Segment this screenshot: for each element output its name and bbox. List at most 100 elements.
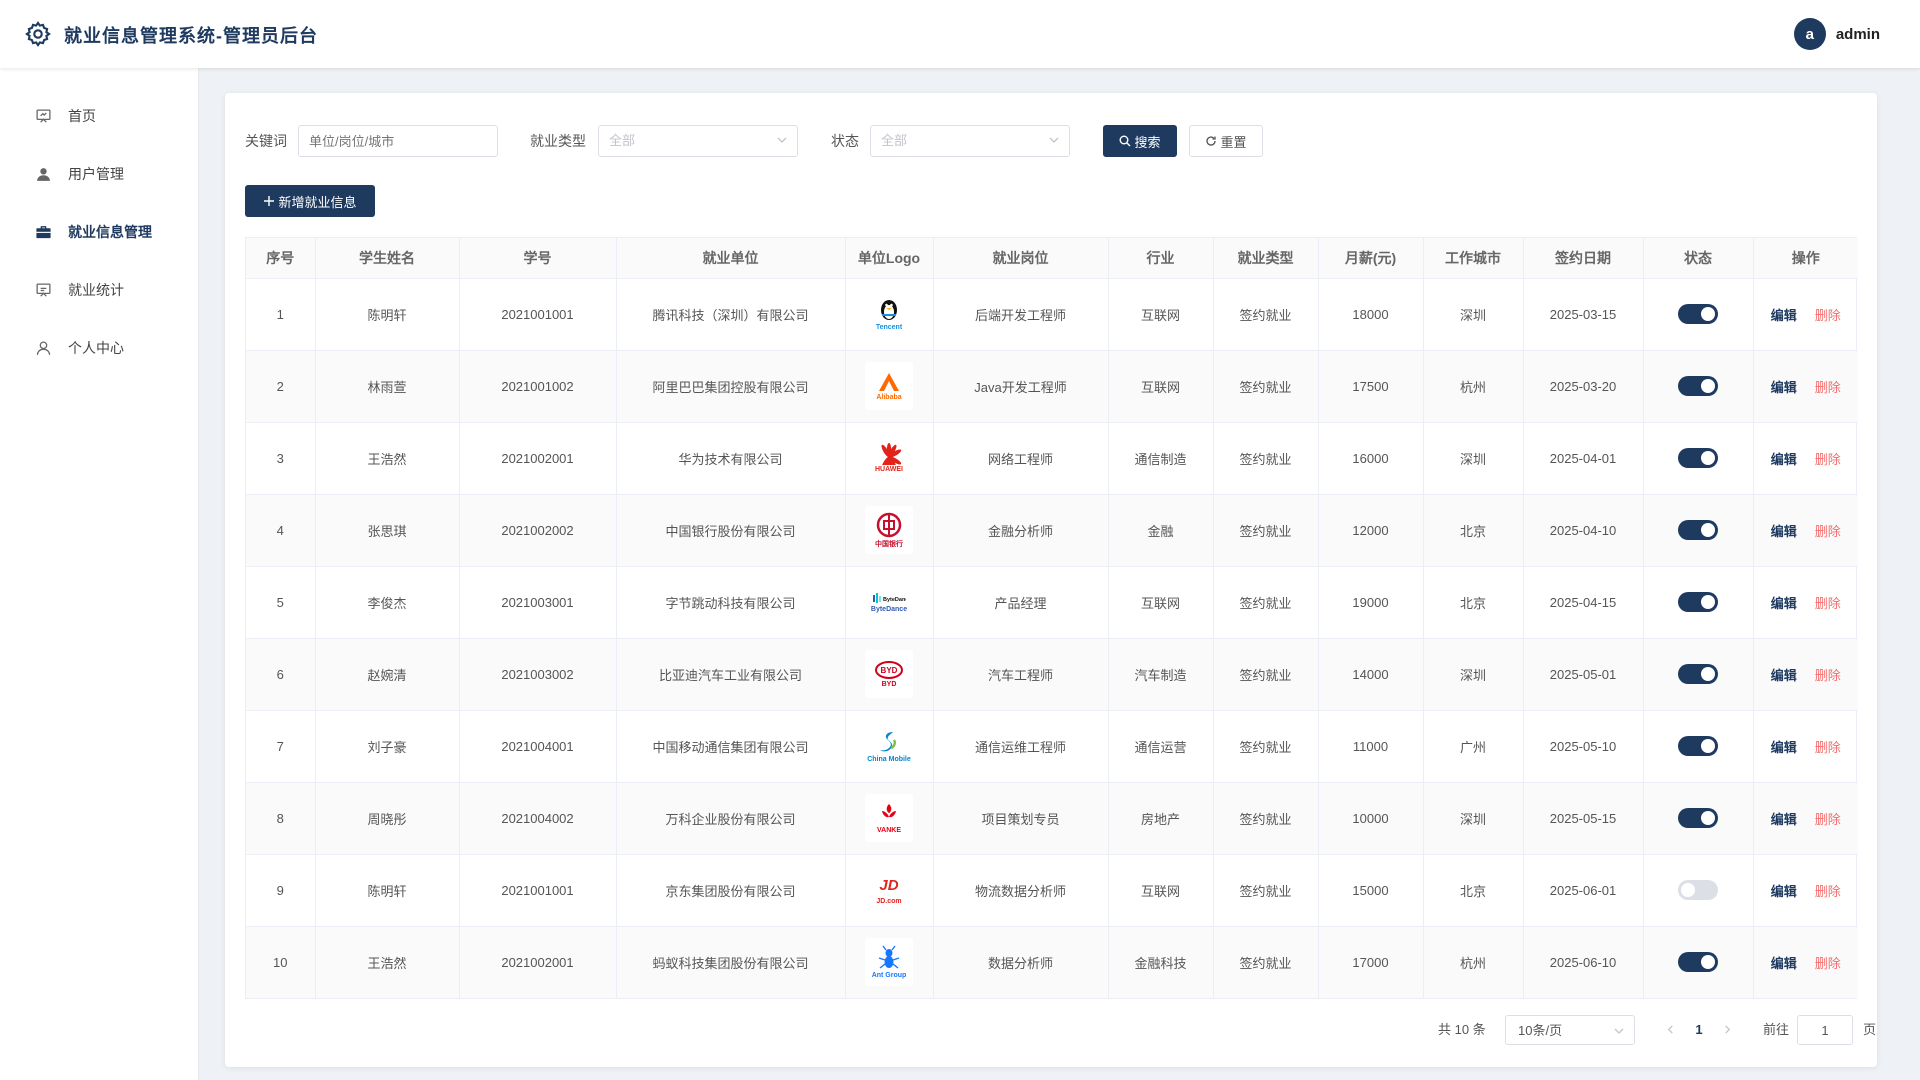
toggle-knob [1701,451,1715,465]
col-header: 就业类型 [1213,238,1319,279]
status-select[interactable]: 全部 [870,125,1070,157]
company-logo: Alibaba [865,362,913,410]
logo-cell: Ant Group [845,926,934,998]
next-page-button[interactable] [1717,1015,1737,1045]
sidebar-item-profile[interactable]: 个人中心 [0,328,199,368]
cell-name: 陈明轩 [315,854,460,927]
cell-name: 王浩然 [315,422,460,495]
status-toggle[interactable] [1678,376,1718,396]
status-toggle[interactable] [1678,736,1718,756]
cell-industry: 房地产 [1108,782,1214,855]
edit-button[interactable]: 编辑 [1771,956,1797,971]
goto-page-input[interactable]: 1 [1797,1015,1853,1045]
sidebar-item-users[interactable]: 用户管理 [0,154,199,194]
sidebar-item-label: 就业信息管理 [68,224,152,240]
delete-button[interactable]: 删除 [1815,812,1841,827]
cell-type: 签约就业 [1213,926,1319,998]
cell-salary: 10000 [1318,782,1424,855]
company-logo-text: Tencent [875,324,903,331]
edit-button[interactable]: 编辑 [1771,740,1797,755]
status-toggle[interactable] [1678,520,1718,540]
cell-salary: 18000 [1318,278,1424,351]
company-logo-text: VANKE [877,827,901,834]
cell-sid: 2021002001 [459,926,617,998]
delete-button[interactable]: 删除 [1815,956,1841,971]
cell-no: 2 [246,350,316,423]
search-button-label: 搜索 [1134,134,1161,150]
username[interactable]: admin [1836,26,1880,43]
cell-industry: 金融 [1108,494,1214,567]
page-size-select[interactable]: 10条/页 [1505,1015,1635,1045]
delete-button[interactable]: 删除 [1815,596,1841,611]
status-toggle[interactable] [1678,952,1718,973]
actions-cell: 编辑 删除 [1753,494,1858,567]
cell-salary: 16000 [1318,422,1424,495]
svg-text:BYD: BYD [881,666,898,675]
cell-name: 周晓彤 [315,782,460,855]
cell-no: 10 [246,926,316,998]
cell-company: 中国银行股份有限公司 [616,494,846,567]
delete-button[interactable]: 删除 [1815,524,1841,539]
delete-button[interactable]: 删除 [1815,668,1841,683]
type-select[interactable]: 全部 [598,125,798,157]
status-toggle[interactable] [1678,304,1718,324]
toggle-knob [1681,883,1695,897]
cell-type: 签约就业 [1213,710,1319,783]
edit-button[interactable]: 编辑 [1771,668,1797,683]
sidebar-item-statistics[interactable]: 就业统计 [0,270,199,310]
edit-button[interactable]: 编辑 [1771,884,1797,899]
delete-button[interactable]: 删除 [1815,380,1841,395]
col-header: 就业岗位 [933,238,1109,279]
status-toggle[interactable] [1678,808,1718,828]
company-logo-text: ByteDance [870,606,908,613]
status-label: 状态 [831,133,859,149]
sidebar-item-label: 就业统计 [68,282,124,298]
edit-button[interactable]: 编辑 [1771,380,1797,395]
company-logo-text: 中国银行 [875,540,903,548]
search-button[interactable]: 搜索 [1103,125,1177,157]
edit-button[interactable]: 编辑 [1771,452,1797,467]
sidebar-item-home[interactable]: 首页 [0,96,199,136]
actions-cell: 编辑 删除 [1753,350,1858,423]
cell-industry: 金融科技 [1108,926,1214,998]
status-toggle[interactable] [1678,880,1718,900]
edit-button[interactable]: 编辑 [1771,524,1797,539]
status-toggle[interactable] [1678,592,1718,612]
delete-button[interactable]: 删除 [1815,308,1841,323]
status-toggle[interactable] [1678,664,1718,684]
table-row: 2 林雨萱 2021001002 阿里巴巴集团控股有限公司 Alibaba Java开发工… [246,350,1858,423]
cell-no: 8 [246,782,316,855]
cell-no: 1 [246,278,316,351]
prev-page-button[interactable] [1660,1015,1680,1045]
edit-button[interactable]: 编辑 [1771,596,1797,611]
page-number-current[interactable]: 1 [1687,1015,1711,1045]
cell-industry: 汽车制造 [1108,638,1214,711]
delete-button[interactable]: 删除 [1815,452,1841,467]
avatar[interactable]: a [1793,18,1826,50]
cell-city: 杭州 [1423,350,1524,423]
table-row: 7 刘子豪 2021004001 中国移动通信集团有限公司 China Mobile 通信… [246,710,1858,783]
chevron-right-icon [1724,1025,1730,1034]
cell-city: 深圳 [1423,278,1524,351]
logo-cell: HUAWEI [845,422,934,495]
col-header: 行业 [1108,238,1214,279]
status-cell [1643,422,1754,495]
edit-button[interactable]: 编辑 [1771,308,1797,323]
col-header: 序号 [246,238,316,279]
cell-name: 林雨萱 [315,350,460,423]
status-toggle[interactable] [1678,448,1718,468]
cell-date: 2025-06-10 [1523,926,1644,998]
chevron-left-icon [1667,1025,1673,1034]
cell-name: 赵婉清 [315,638,460,711]
col-header: 单位Logo [845,238,934,279]
delete-button[interactable]: 删除 [1815,740,1841,755]
add-employment-button[interactable]: 新增就业信息 [245,185,375,217]
sidebar-item-employment[interactable]: 就业信息管理 [0,212,199,252]
keyword-input[interactable] [298,125,498,157]
user-menu[interactable]: a admin [1793,18,1880,50]
edit-button[interactable]: 编辑 [1771,812,1797,827]
cell-company: 华为技术有限公司 [616,422,846,495]
delete-button[interactable]: 删除 [1815,884,1841,899]
reset-button[interactable]: 重置 [1189,125,1263,157]
reset-button-label: 重置 [1220,134,1247,150]
